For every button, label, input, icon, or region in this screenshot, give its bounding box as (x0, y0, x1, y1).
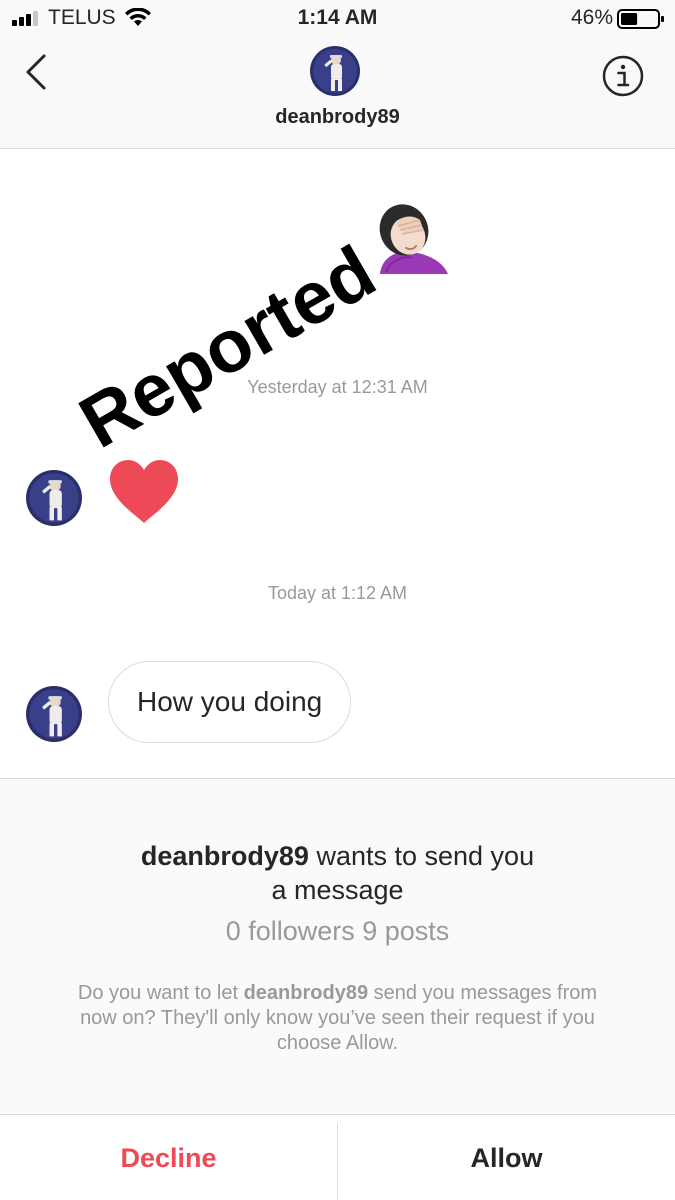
allow-button[interactable]: Allow (338, 1115, 675, 1200)
facepalm-emoji-icon (379, 204, 448, 274)
decline-button[interactable]: Decline (0, 1115, 337, 1200)
request-title: deanbrody89 wants to send you a message (0, 839, 675, 907)
request-title-line2: a message (271, 875, 404, 905)
battery-icon (617, 9, 664, 29)
heart-emoji-icon[interactable] (106, 457, 182, 527)
avatar-photo-icon (26, 686, 82, 742)
request-desc-prefix: Do you want to let (77, 982, 244, 1004)
header-avatar[interactable] (310, 46, 360, 96)
message-timestamp: Today at 1:12 AM (267, 583, 408, 603)
message-request-panel: deanbrody89 wants to send you a message … (0, 778, 675, 1114)
svg-text:Reported: Reported (66, 240, 389, 450)
avatar-photo-icon (310, 46, 360, 96)
avatar-photo-icon (26, 470, 82, 526)
sender-avatar[interactable] (26, 470, 82, 526)
request-stats: 0 followers 9 posts (225, 916, 450, 946)
header-username[interactable]: deanbrody89 (0, 106, 675, 129)
battery-percentage: 46% (570, 6, 613, 29)
conversation-header: deanbrody89 (0, 36, 675, 149)
request-description: Do you want to let deanbrody89 send you … (60, 981, 615, 1056)
request-username[interactable]: deanbrody89 (141, 841, 309, 871)
message-bubble[interactable]: How you doing (108, 661, 352, 743)
back-chevron-icon[interactable] (18, 52, 54, 92)
request-action-bar: Decline Allow (0, 1114, 675, 1200)
status-bar: TELUS 1:14 AM 46% (0, 0, 675, 36)
request-title-suffix: wants to send you (308, 841, 535, 871)
sender-avatar[interactable] (26, 686, 82, 742)
message-thread[interactable]: Yesterday at 12:31 AM Reported Today at … (0, 150, 675, 778)
info-icon[interactable] (601, 54, 645, 98)
request-desc-username: deanbrody89 (243, 982, 369, 1004)
